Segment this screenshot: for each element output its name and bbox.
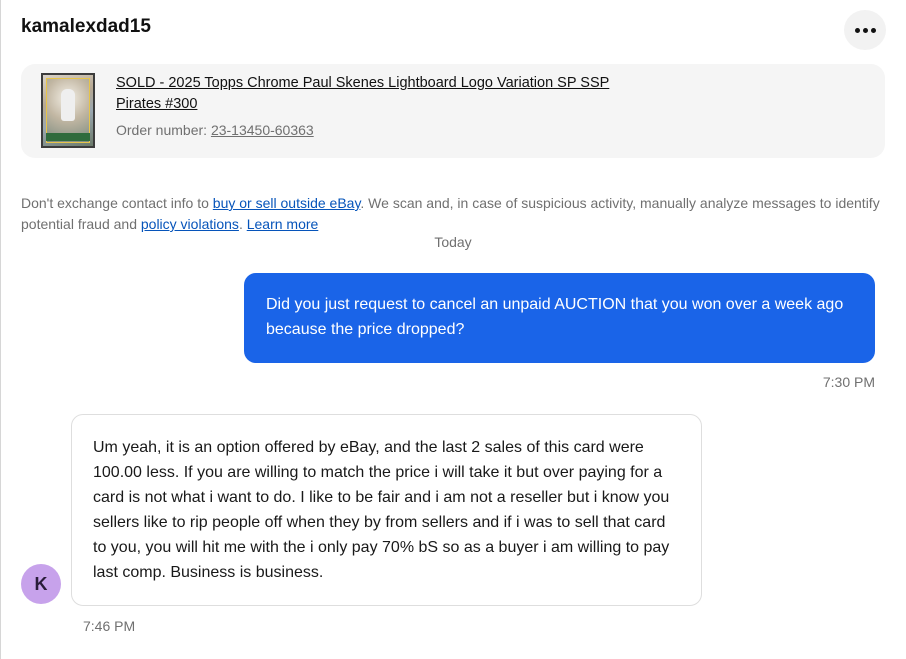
buy-sell-outside-link[interactable]: buy or sell outside eBay [213, 195, 361, 211]
item-thumbnail[interactable] [41, 73, 95, 148]
policy-violations-link[interactable]: policy violations [141, 216, 239, 232]
date-separator: Today [434, 234, 472, 250]
avatar[interactable]: K [21, 564, 61, 604]
more-horizontal-icon [854, 27, 876, 33]
order-number-label: Order number: [116, 122, 208, 138]
more-options-button[interactable] [844, 10, 886, 50]
conversation-username: kamalexdad15 [21, 16, 151, 37]
incoming-message-bubble: Um yeah, it is an option offered by eBay… [71, 414, 702, 606]
item-title-link[interactable]: SOLD - 2025 Topps Chrome Paul Skenes Lig… [116, 73, 616, 115]
order-summary-card: SOLD - 2025 Topps Chrome Paul Skenes Lig… [21, 64, 885, 158]
message-timestamp: 7:30 PM [822, 374, 875, 390]
outgoing-message-bubble: Did you just request to cancel an unpaid… [244, 273, 875, 363]
order-number-row: Order number: 23-13450-60363 [116, 122, 314, 138]
learn-more-link[interactable]: Learn more [247, 216, 319, 232]
message-timestamp: 7:46 PM [83, 618, 136, 634]
order-number-link[interactable]: 23-13450-60363 [211, 122, 314, 138]
notice-text-1: Don't exchange contact info to [21, 195, 213, 211]
panel-divider [0, 0, 1, 659]
safety-notice: Don't exchange contact info to buy or se… [21, 193, 885, 235]
notice-text-3: . [238, 216, 247, 232]
